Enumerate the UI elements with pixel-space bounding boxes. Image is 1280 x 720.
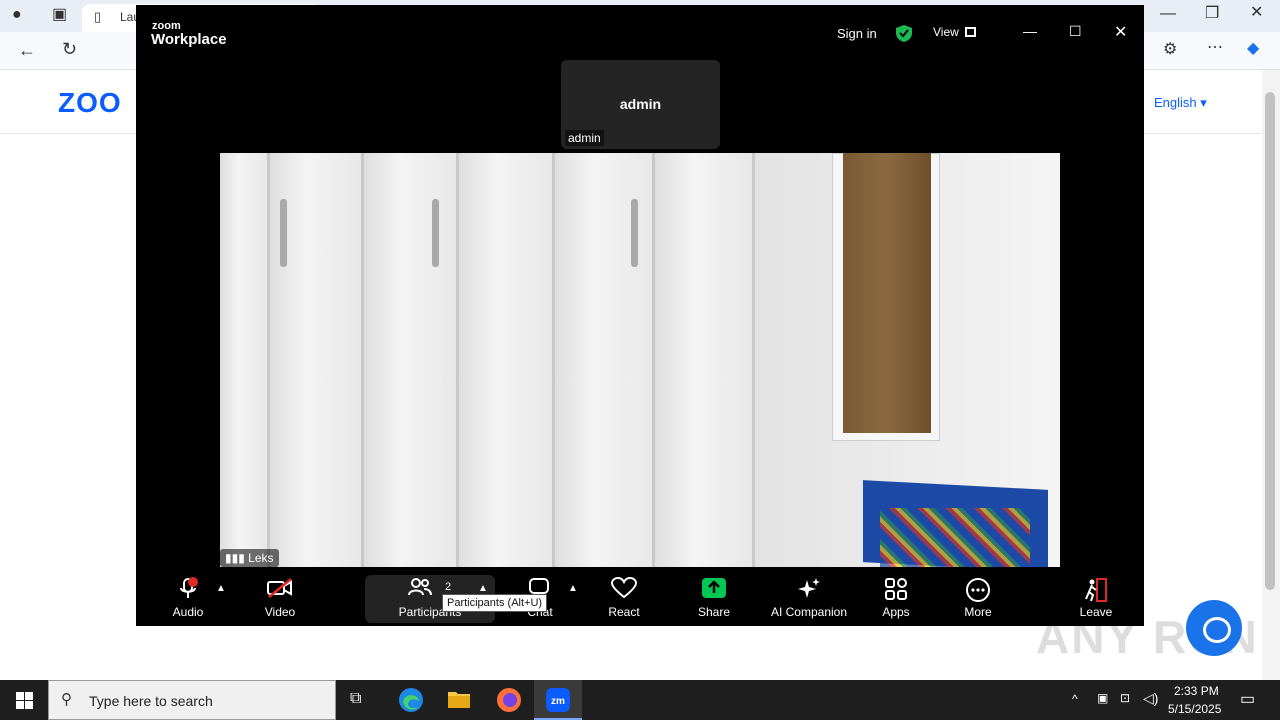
file-explorer-icon[interactable] <box>447 688 471 710</box>
participants-count: 2 <box>445 581 452 593</box>
leave-icon <box>1085 578 1107 602</box>
close-icon[interactable]: ✕ <box>1114 22 1127 42</box>
volume-icon[interactable]: ◁) <box>1143 690 1158 707</box>
back-icon[interactable]: ← <box>18 41 36 59</box>
language-label: English <box>1154 95 1197 110</box>
participant-label: admin <box>565 130 604 146</box>
maximize-icon[interactable]: ☐ <box>1069 23 1082 40</box>
wooden-panel <box>843 153 931 433</box>
search-placeholder: Type here to search <box>89 693 213 709</box>
minimize-icon[interactable]: — <box>1023 23 1037 39</box>
more-label: More <box>964 605 992 619</box>
windows-start-icon[interactable] <box>16 692 33 709</box>
cabinet-door <box>220 153 270 567</box>
notifications-icon[interactable]: ▭ <box>1240 689 1255 709</box>
apps-icon <box>885 578 907 600</box>
scrollbar-thumb[interactable] <box>1265 92 1275 590</box>
zoom-app-icon: zm <box>546 688 570 712</box>
participants-tooltip: Participants (Alt+U) <box>442 594 548 612</box>
zoom-taskbar-button[interactable]: zm <box>534 680 582 720</box>
video-button[interactable]: Video <box>258 567 302 626</box>
leave-label: Leave <box>1079 605 1113 619</box>
language-selector[interactable]: English ▾ <box>1154 95 1207 111</box>
minimize-browser-icon[interactable]: — <box>1160 6 1176 22</box>
shield-icon[interactable] <box>895 24 913 43</box>
reload-icon[interactable]: ↻ <box>62 40 77 58</box>
zoom-meeting-window: zoom Workplace Sign in View — ☐ ✕ admin … <box>136 5 1144 626</box>
tray-device-icon[interactable]: ▣ <box>1097 691 1108 705</box>
video-name: Leks <box>248 551 274 565</box>
audio-label: Audio <box>172 605 204 619</box>
tray-chevron-icon[interactable]: ^ <box>1072 692 1078 706</box>
participant-name: admin <box>619 96 662 112</box>
audio-options-caret[interactable]: ▲ <box>216 583 226 594</box>
network-icon[interactable]: ⊡ <box>1120 691 1130 705</box>
tab-actions-icon[interactable]: ▣ <box>52 7 67 23</box>
ai-companion-label: AI Companion <box>770 605 848 619</box>
cabinet-door <box>459 153 555 567</box>
react-button[interactable]: React <box>604 567 644 626</box>
search-icon: ⚲ <box>61 691 72 708</box>
restore-browser-icon[interactable]: ❐ <box>1205 6 1219 22</box>
clock-date[interactable]: 5/15/2025 <box>1168 702 1221 716</box>
edge-icon[interactable] <box>398 687 424 713</box>
video-label: Video <box>264 605 296 619</box>
view-button[interactable]: View <box>933 25 959 39</box>
chat-options-caret[interactable]: ▲ <box>568 583 578 594</box>
video-off-icon <box>267 578 292 598</box>
microphone-icon <box>180 577 198 598</box>
taskbar-search[interactable]: ⚲ Type here to search <box>48 680 336 720</box>
chat-bubble-button[interactable] <box>1186 600 1242 656</box>
audio-button[interactable]: Audio <box>166 567 210 626</box>
svg-text:zm: zm <box>551 696 565 707</box>
cabinet-handle <box>631 199 638 267</box>
profile-icon[interactable]: ● <box>12 7 22 23</box>
video-feed[interactable]: ▮▮▮ Leks <box>220 153 1060 567</box>
close-browser-icon[interactable]: ✕ <box>1250 5 1263 21</box>
participants-icon <box>408 578 432 596</box>
copilot-icon[interactable]: ◆ <box>1247 41 1259 57</box>
cabinet-handle <box>280 199 287 267</box>
grid-icon <box>965 27 976 37</box>
extensions-icon[interactable]: ⚙ <box>1163 42 1177 58</box>
ai-companion-button[interactable]: AI Companion <box>766 567 852 626</box>
box-pattern <box>880 508 1030 567</box>
share-button[interactable]: Share <box>692 567 736 626</box>
signal-icon: ▮▮▮ <box>225 551 245 565</box>
apps-button[interactable]: Apps <box>876 567 916 626</box>
more-icon <box>966 578 990 602</box>
more-button[interactable]: More <box>958 567 998 626</box>
cabinet-handle <box>432 199 439 267</box>
participant-tile[interactable]: admin admin <box>561 60 720 149</box>
leave-button[interactable]: Leave <box>1076 567 1116 626</box>
zoom-logo[interactable]: ZOO <box>58 87 122 119</box>
ai-sparkle-icon <box>798 578 820 598</box>
clock-time[interactable]: 2:33 PM <box>1174 684 1219 698</box>
apps-label: Apps <box>882 605 910 619</box>
task-view-icon[interactable]: ⧉ <box>350 690 361 708</box>
page-icon: ▯ <box>94 9 102 24</box>
cabinet-door <box>555 153 655 567</box>
meeting-toolbar: Audio ▲ Video Participants 2 ▲ Chat ▲ Re… <box>136 567 1144 626</box>
brand-workplace: Workplace <box>151 31 227 48</box>
heart-icon <box>611 577 637 599</box>
participants-options-caret[interactable]: ▲ <box>478 583 488 594</box>
firefox-icon[interactable] <box>496 687 522 713</box>
cabinet-door <box>364 153 459 567</box>
cabinet-door <box>655 153 755 567</box>
react-label: React <box>608 605 640 619</box>
share-label: Share <box>697 605 731 619</box>
share-icon <box>702 578 726 598</box>
sign-in-button[interactable]: Sign in <box>837 26 877 41</box>
title-bar: zoom Workplace Sign in View — ☐ ✕ <box>136 5 1144 57</box>
video-name-label: ▮▮▮ Leks <box>220 549 279 567</box>
taskbar: ⚲ Type here to search ⧉ zm ^ ▣ ⊡ ◁) 2:33… <box>0 680 1280 720</box>
menu-icon[interactable]: ⋯ <box>1207 40 1223 56</box>
